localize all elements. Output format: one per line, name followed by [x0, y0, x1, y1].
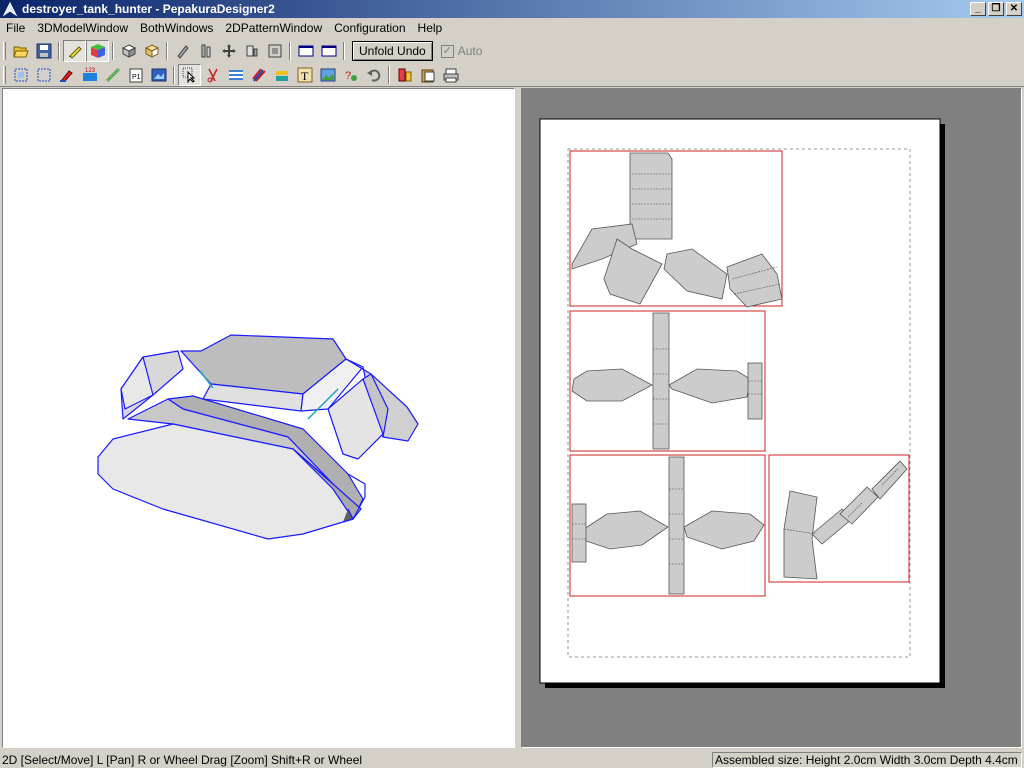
auto-checkbox[interactable]: ✓ Auto	[440, 44, 483, 58]
toolbar-separator	[343, 42, 345, 60]
rotate-icon[interactable]	[240, 40, 263, 62]
column-icon[interactable]	[194, 40, 217, 62]
page-p1-icon[interactable]: P1	[124, 64, 147, 86]
toolbar-separator	[166, 42, 168, 60]
pencil-icon[interactable]	[63, 40, 86, 62]
menu-bar: File 3DModelWindow BothWindows 2DPattern…	[0, 18, 1024, 38]
question-edit-icon[interactable]: ?	[339, 64, 362, 86]
status-size-text: Assembled size: Height 2.0cm Width 3.0cm…	[712, 751, 1022, 768]
pattern-layout[interactable]	[522, 89, 1021, 747]
toolbar-separator	[58, 42, 60, 60]
auto-label: Auto	[457, 44, 483, 58]
edit-toolbar: 123 P1 T ?	[0, 63, 1024, 87]
window-right-icon[interactable]	[317, 40, 340, 62]
minimize-button[interactable]: _	[970, 2, 986, 16]
checkmark-icon: ✓	[440, 44, 454, 58]
menu-2dpatternwindow[interactable]: 2DPatternWindow	[219, 18, 328, 38]
restore-button[interactable]: ❐	[988, 2, 1004, 16]
fit-icon[interactable]	[263, 40, 286, 62]
open-icon[interactable]	[9, 40, 32, 62]
text-icon[interactable]: T	[293, 64, 316, 86]
cut-icon[interactable]	[201, 64, 224, 86]
menu-bothwindows[interactable]: BothWindows	[134, 18, 219, 38]
pepakura-app-icon	[2, 1, 18, 17]
toolbar-grip[interactable]	[3, 65, 6, 84]
number-123-icon[interactable]: 123	[78, 64, 101, 86]
paint-icon[interactable]	[55, 64, 78, 86]
undo-arrow-icon[interactable]	[362, 64, 385, 86]
tank-3d-model[interactable]	[3, 89, 514, 747]
main-toolbar: Unfold Undo ✓ Auto	[0, 39, 1024, 63]
toolbar-separator	[173, 65, 175, 84]
menu-3dmodelwindow[interactable]: 3DModelWindow	[31, 18, 134, 38]
menu-configuration[interactable]: Configuration	[328, 18, 411, 38]
select-icon[interactable]	[32, 64, 55, 86]
image-icon[interactable]	[147, 64, 170, 86]
menu-file[interactable]: File	[0, 18, 31, 38]
lines-icon[interactable]	[247, 64, 270, 86]
2d-pattern-window[interactable]	[521, 88, 1022, 748]
select-rect-icon[interactable]	[9, 64, 32, 86]
svg-text:P1: P1	[132, 74, 141, 81]
box-flat-icon[interactable]	[140, 40, 163, 62]
toolbar-separator	[112, 42, 114, 60]
print-icon[interactable]	[393, 64, 416, 86]
cursor-select-icon[interactable]	[178, 63, 201, 86]
title-bar: destroyer_tank_hunter - PepakuraDesigner…	[0, 0, 1024, 18]
picture-icon[interactable]	[316, 64, 339, 86]
unfold-undo-button[interactable]: Unfold Undo	[352, 41, 433, 61]
layers-icon[interactable]	[270, 64, 293, 86]
status-bar: 2D [Select/Move] L [Pan] R or Wheel Drag…	[0, 751, 1024, 768]
pen-icon[interactable]	[171, 40, 194, 62]
svg-text:123: 123	[85, 68, 96, 74]
status-mode-text: 2D [Select/Move] L [Pan] R or Wheel Drag…	[2, 752, 363, 767]
close-button[interactable]: ✕	[1006, 2, 1022, 16]
toolbar-separator	[289, 42, 291, 60]
window-left-icon[interactable]	[294, 40, 317, 62]
save-icon[interactable]	[32, 40, 55, 62]
window-title: destroyer_tank_hunter - PepakuraDesigner…	[22, 2, 275, 16]
svg-text:?: ?	[345, 70, 351, 82]
paste-icon[interactable]	[416, 64, 439, 86]
3d-model-window[interactable]	[2, 88, 515, 748]
toolbar-separator	[388, 65, 390, 84]
color-cube-icon[interactable]	[86, 40, 109, 62]
toolbar-grip[interactable]	[3, 42, 6, 60]
move-icon[interactable]	[217, 40, 240, 62]
menu-help[interactable]: Help	[412, 18, 449, 38]
svg-text:T: T	[301, 69, 309, 83]
box-view-icon[interactable]	[117, 40, 140, 62]
filmstrip-icon[interactable]	[224, 64, 247, 86]
print-setup-icon[interactable]	[439, 64, 462, 86]
ruler-icon[interactable]	[101, 64, 124, 86]
